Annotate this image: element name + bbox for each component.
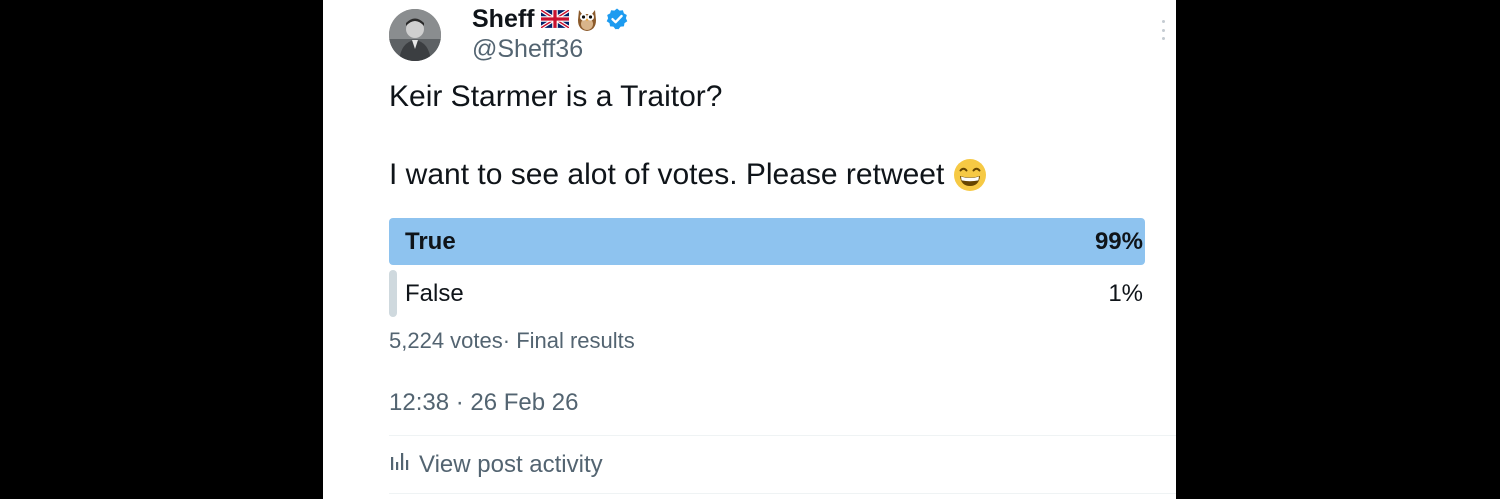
post-timestamp[interactable]: 12:38 · 26 Feb 26 [389,389,578,417]
uk-flag-emoji [540,10,569,28]
tweet-text-1: Keir Starmer is a Traitor? [389,80,723,113]
owl-emoji [575,6,599,32]
view-post-activity-label[interactable]: View post activity [419,451,603,479]
tweet-text-2: I want to see alot of votes. Please retw… [389,158,945,191]
tweet-text-line-2: I want to see alot of votes. Please retw… [389,157,988,193]
poll-option-percent: 1% [1108,280,1143,307]
verified-badge-icon [605,7,629,31]
poll-option-label: False [405,280,464,307]
poll: True 99% False 1% [389,218,1153,322]
avatar[interactable] [389,9,441,61]
display-name[interactable]: Sheff [472,5,535,34]
divider [389,435,1176,436]
author-handle[interactable]: @Sheff36 [472,35,583,64]
view-post-activity-link[interactable]: View post activity [389,450,603,479]
more-vertical-icon[interactable] [1159,20,1167,40]
poll-status: · Final results [502,328,635,353]
poll-option-percent: 99% [1094,228,1143,255]
poll-bar-true [389,218,1146,265]
poll-vote-count: 5,224 votes [389,328,503,353]
bar-chart-icon [389,450,411,479]
tweet-card: Sheff @Sheff36 Keir Starmer is a Traitor… [323,0,1176,499]
poll-option-false: False 1% [389,270,1153,317]
tweet-text-line-1: Keir Starmer is a Traitor? [389,80,722,114]
poll-option-true: True 99% [389,218,1153,265]
author-name-row[interactable]: Sheff [472,3,629,35]
poll-meta: 5,224 votes· Final results [389,328,635,354]
poll-option-label: True [405,228,456,255]
poll-bar-false [389,270,397,317]
grinning-face-emoji [952,157,988,193]
divider [389,493,1176,494]
